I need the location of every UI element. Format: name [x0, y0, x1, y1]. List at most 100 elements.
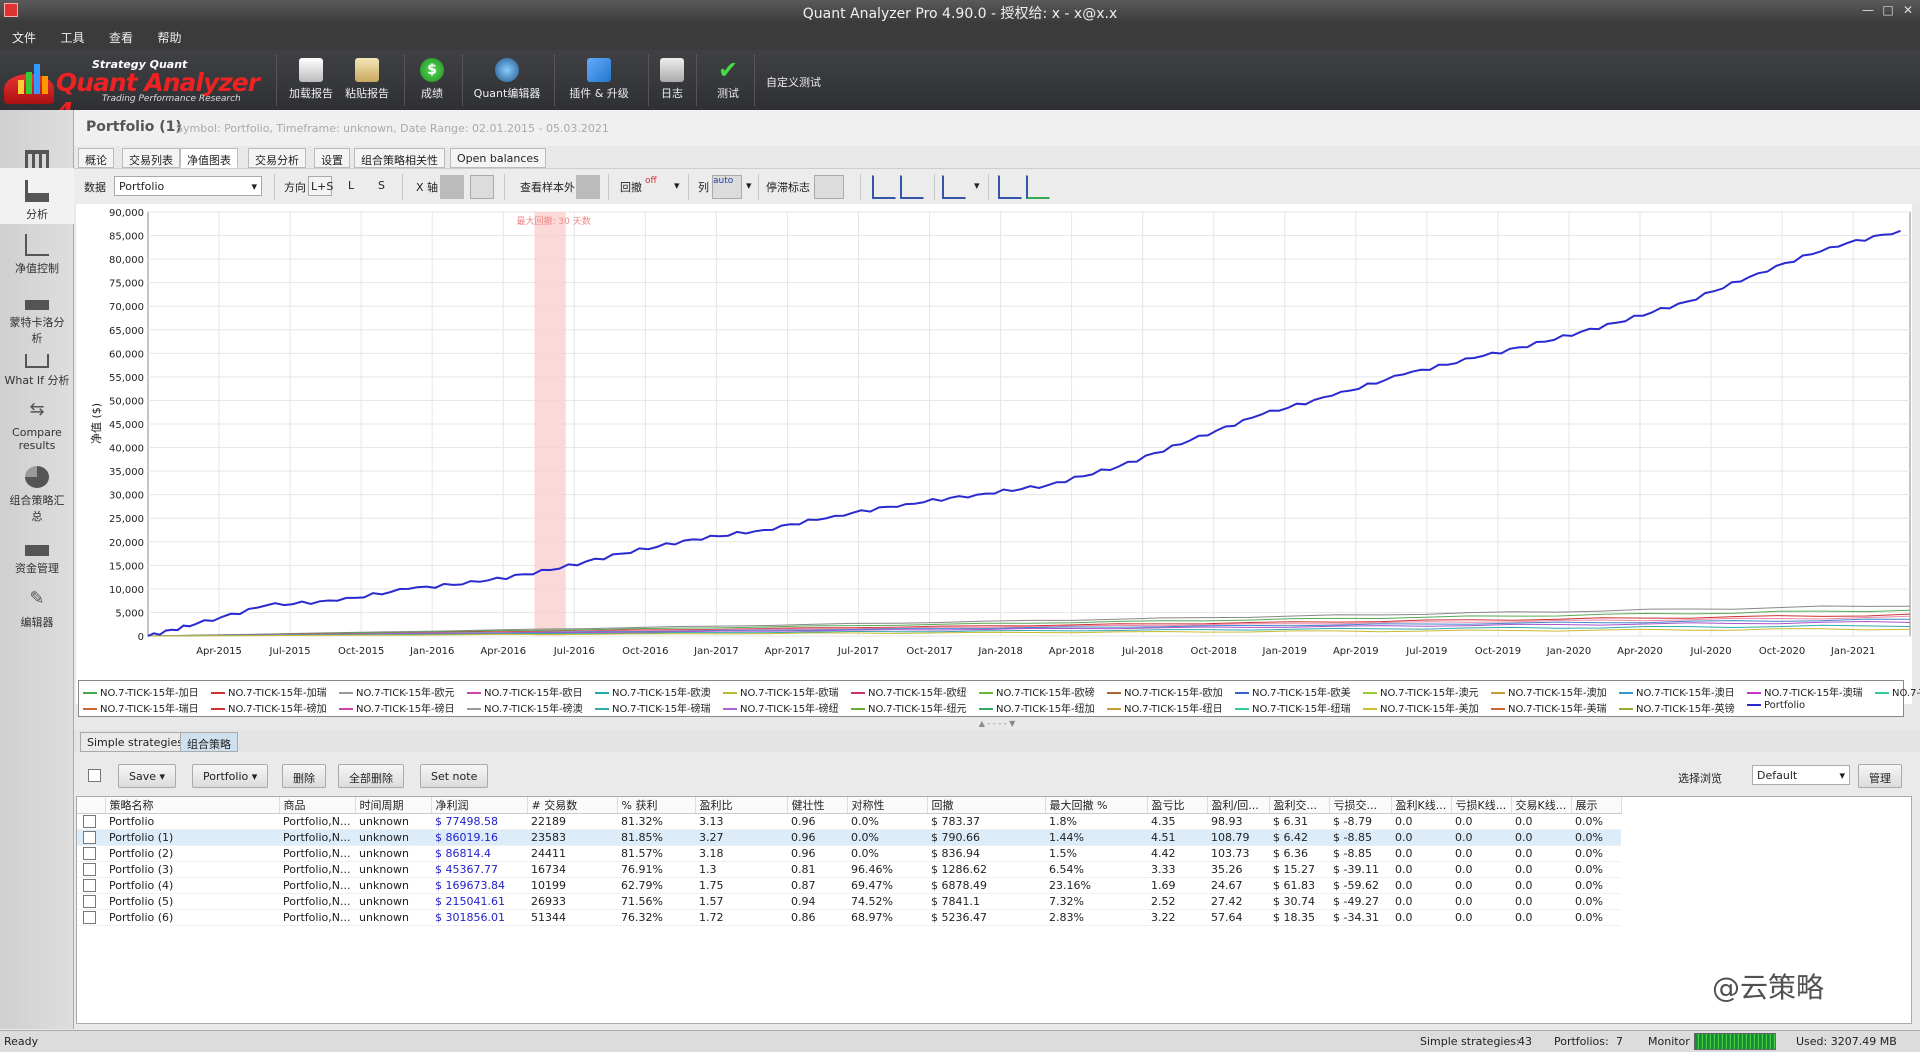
out-of-sample-icon[interactable] [576, 175, 600, 199]
column-header[interactable]: 盈利交... [1269, 797, 1330, 814]
row-checkbox[interactable] [83, 847, 96, 860]
load-report-button[interactable]: 加载报告 [284, 54, 338, 106]
sidebar-item-portfolio-summary[interactable]: 组合策略汇总 [0, 466, 74, 524]
toolbar-separator [276, 54, 277, 106]
menu-help[interactable]: 帮助 [146, 22, 191, 46]
tab-equity-chart[interactable]: 净值图表 [180, 148, 238, 168]
browse-select[interactable]: Default ▾ [1752, 765, 1850, 785]
table-row[interactable]: Portfolio (2) Portfolio,N... unknown $ 8681… [77, 845, 1621, 862]
sidebar-item-monte-carlo[interactable]: 蒙特卡洛分析 [0, 288, 74, 346]
table-row[interactable]: Portfolio (6) Portfolio,N... unknown $ 3018… [77, 909, 1621, 926]
quant-editor-button[interactable]: Quant编辑器 [470, 54, 544, 106]
table-row[interactable]: Portfolio Portfolio,N... unknown $ 77498.58… [77, 813, 1621, 830]
sidebar-item-money-management[interactable]: 资金管理 [0, 534, 74, 576]
chevron-down-icon[interactable]: ▾ [974, 179, 980, 192]
tab-settings[interactable]: 设置 [314, 148, 350, 168]
column-header[interactable]: # 交易数 [527, 797, 618, 814]
chart-compare-1-icon[interactable] [998, 175, 1022, 199]
maximize-icon[interactable]: □ [1880, 3, 1896, 19]
y-tick-label: 50,000 [109, 396, 144, 407]
column-header[interactable]: 交易K线... [1511, 797, 1572, 814]
menu-tools[interactable]: 工具 [49, 22, 94, 46]
chevron-down-icon[interactable]: ▾ [674, 179, 680, 192]
legend-swatch [1491, 692, 1505, 694]
tab-trade-list[interactable]: 交易列表 [122, 148, 180, 168]
close-icon[interactable]: ✕ [1900, 3, 1916, 19]
paste-report-button[interactable]: 粘贴报告 [340, 54, 394, 106]
row-checkbox[interactable] [83, 863, 96, 876]
chart-type-3-icon[interactable] [942, 175, 966, 199]
chart-type-1-icon[interactable] [872, 175, 896, 199]
select-all-checkbox[interactable] [88, 769, 101, 782]
table-cell: 23583 [527, 829, 617, 846]
table-row[interactable]: Portfolio (4) Portfolio,N... unknown $ 1696… [77, 877, 1621, 894]
column-header[interactable]: 策略名称 [105, 797, 280, 814]
tab-trade-analysis[interactable]: 交易分析 [248, 148, 306, 168]
delete-all-button[interactable]: 全部删除 [338, 764, 404, 788]
column-header[interactable]: 净利润 [431, 797, 528, 814]
row-checkbox[interactable] [83, 895, 96, 908]
chart-type-2-icon[interactable] [900, 175, 924, 199]
column-header[interactable]: 盈利/回... [1207, 797, 1270, 814]
menu-view[interactable]: 查看 [97, 22, 142, 46]
sidebar-item-editor[interactable]: ✎ 编辑器 [0, 588, 74, 630]
menu-file[interactable]: 文件 [0, 22, 45, 46]
direction-ls-button[interactable]: L+S [308, 176, 333, 196]
column-header[interactable]: 时间周期 [355, 797, 432, 814]
test-button[interactable]: ✔ 测试 [710, 54, 746, 106]
column-header[interactable]: 对称性 [847, 797, 928, 814]
table-cell: 0.0 [1391, 877, 1451, 894]
sidebar-item-analysis[interactable]: 分析 [0, 168, 74, 224]
column-header[interactable]: 亏损交... [1329, 797, 1392, 814]
drawdown-toggle-icon[interactable]: off [644, 175, 668, 199]
plugins-upgrade-button[interactable]: 插件 & 升级 [562, 54, 636, 106]
x-tick-label: Jan-2021 [1830, 646, 1875, 657]
row-checkbox[interactable] [83, 911, 96, 924]
column-header[interactable]: 展示 [1571, 797, 1622, 814]
custom-test-button[interactable]: 自定义测试 [766, 74, 836, 90]
table-row[interactable]: Portfolio (1) Portfolio,N... unknown $ 8601… [77, 829, 1621, 846]
tab-open-balances[interactable]: Open balances [450, 148, 546, 168]
sidebar-item-equity-control[interactable]: 净值控制 [0, 234, 74, 276]
direction-s-button[interactable]: S [378, 179, 385, 192]
column-header[interactable]: 亏损K线... [1451, 797, 1512, 814]
chevron-down-icon[interactable]: ▾ [746, 179, 752, 192]
row-checkbox[interactable] [83, 831, 96, 844]
chart-compare-2-icon[interactable] [1026, 175, 1050, 199]
data-select[interactable]: Portfolio ▾ [114, 176, 262, 196]
results-button[interactable]: $ 成绩 [412, 54, 452, 106]
window-title-bar: Quant Analyzer Pro 4.90.0 - 授权给: x - x@x… [0, 0, 1920, 22]
column-header[interactable]: 回撤 [927, 797, 1046, 814]
direction-l-button[interactable]: L [348, 179, 354, 192]
tab-correlation[interactable]: 组合策略相关性 [354, 148, 445, 168]
tab-portfolios[interactable]: 组合策略 [180, 732, 238, 752]
log-button[interactable]: 日志 [656, 54, 688, 106]
sidebar-item-what-if[interactable]: What If 分析 [0, 348, 74, 388]
delete-button[interactable]: 删除 [282, 764, 326, 788]
column-header[interactable]: % 获利 [617, 797, 696, 814]
column-header[interactable]: 盈亏比 [1147, 797, 1208, 814]
table-row[interactable]: Portfolio (3) Portfolio,N... unknown $ 4536… [77, 861, 1621, 878]
columns-auto-icon[interactable]: auto [712, 175, 742, 199]
column-header[interactable]: 盈利K线... [1391, 797, 1452, 814]
column-header[interactable]: 最大回撤 % [1045, 797, 1148, 814]
xaxis-time-icon[interactable] [470, 175, 494, 199]
column-header[interactable]: 商品 [279, 797, 356, 814]
portfolio-button[interactable]: Portfolio ▾ [192, 764, 269, 788]
minimize-icon[interactable]: — [1860, 3, 1876, 19]
tab-simple-strategies[interactable]: Simple strategies [80, 732, 190, 752]
row-checkbox[interactable] [83, 879, 96, 892]
column-header[interactable]: 健壮性 [787, 797, 848, 814]
column-header[interactable]: 盈利比 [695, 797, 788, 814]
table-cell: $ 6.31 [1269, 813, 1329, 830]
manage-button[interactable]: 管理 [1858, 764, 1902, 788]
set-note-button[interactable]: Set note [420, 764, 489, 788]
tab-overview[interactable]: 概论 [78, 148, 114, 168]
table-row[interactable]: Portfolio (5) Portfolio,N... unknown $ 2150… [77, 893, 1621, 910]
stagnation-icon[interactable] [814, 175, 844, 199]
splitter-handle[interactable]: ▲ - - - - ▼ [74, 719, 1920, 728]
xaxis-trades-icon[interactable] [440, 175, 464, 199]
save-button[interactable]: Save ▾ [118, 764, 177, 788]
sidebar-item-compare[interactable]: ⇆ Compare results [0, 400, 74, 453]
row-checkbox[interactable] [83, 815, 96, 828]
